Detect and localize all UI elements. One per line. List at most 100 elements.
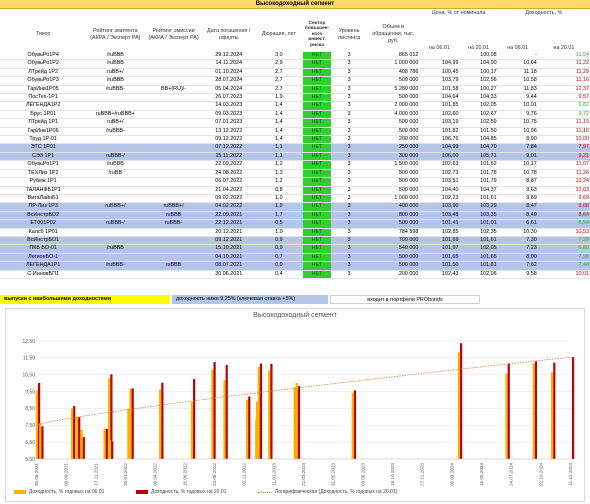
cell-price-2001: 101,79 [480,178,497,185]
cell-price-0601: 103,90 [419,202,460,212]
cell-price-0601: 103,79 [441,77,459,84]
yield-chart: Высокодоходный сегмент 5,50 6,50 7,50 8,50 9… [5,308,585,502]
cell-yield-0601: 11,18 [523,68,537,75]
bar-yield-0601 [293,387,296,459]
cell-maturity: 21.04.2022 [215,186,243,193]
cell-yield-2001: 11,26 [575,169,589,176]
bar-yield-0601 [127,408,130,459]
cell-duration: 1,4 [275,110,283,117]
cell-ticker: ВитаЛайнБ1 [27,194,59,201]
bar-yield-2001 [213,361,216,459]
bar-yield-2001 [297,386,301,459]
cell-listing: 3 [331,261,368,271]
col-yield-0601: на 06.01 [507,45,529,52]
cell-yield-0601: 10,78 [523,169,537,176]
table-row: Труд 1Р-01 09.12.2022 1,4 НЕТ 3 200 000 106,76… [0,135,590,144]
cell-maturity: 28.07.2024 [215,77,243,84]
table-row: ОбувьРо1Р4/ruBBB 29.12.2024 3,0 НЕТ 3 865 012… [0,52,590,60]
legend-item-2001: Доходность, % годовых на 20.01 [136,489,226,495]
cell-price-0601: 101,97 [419,244,460,254]
legend-item-trend: Логарифмическая (Доходность, % годовых н… [258,489,397,495]
cell-yield-2001: 9,82 [578,102,590,109]
x-tick-label: 18.10.2023 [390,463,395,486]
cell-price-0601: 102,63 [441,161,459,168]
cell-duration: 2,9 [275,60,283,67]
x-tick-label: 15.06.2022 [182,463,187,486]
x-tick-label: 02.11.2022 [242,463,247,486]
bar-yield-2001 [105,428,108,459]
cell-volume: 500 000 [398,178,419,185]
cell-listing: 3 [331,219,368,229]
x-tick-label: 24.08.2022 [212,463,217,486]
cell-yield-2001: 11,07 [575,161,589,168]
cell-listing: 3 [331,253,368,262]
cell-duration: 0,7 [254,253,303,262]
table-row: ПосТех-1Р1 26.07.2023 1,9 НЕТ 3 500 000 104,64… [0,93,590,102]
legend-low-yield: доходность ниже 9,25% (ключевая ставка +… [172,295,328,304]
cell-qual-sector: НЕТ [302,59,332,69]
cell-issue-rating [144,94,202,102]
cell-price-0601: 101,50 [419,261,460,271]
x-tick-label: 11.01.2023 [271,463,276,486]
chart-legend: Доходность, % годовых на 06.01 Доходност… [6,489,584,499]
cell-duration: 1,0 [275,228,283,235]
cell-qual-sector: НЕТ [302,118,332,128]
table-row: ГарИнв1Р05/ruBBB- BB+(RU)/- 05.04.2024 2,7 Н… [0,85,590,94]
cell-volume: 500 000 [398,94,419,101]
cell-issue-rating: ruBBB [144,211,203,220]
cell-issue-rating [144,68,202,76]
cell-listing: 3 [331,143,368,153]
table-row: ГарИнв1Р06/ruBBB- 13.12.2022 1,4 НЕТ 3 500 00… [0,127,590,136]
cell-price-2001: 103,29 [459,202,498,212]
x-tick-label: 02.10.2024 [538,463,543,486]
cell-price-2001: 102,05 [459,244,498,254]
cell-ticker: Брус 1Р01 [30,110,57,117]
x-tick-label: 22.03.2023 [301,463,306,486]
legend-swatch-2001 [136,490,148,494]
cell-issuer-rating: /ruBBB- [105,127,125,134]
cell-issue-rating [144,152,203,161]
cell-issue-rating [144,194,202,202]
cell-yield-2001: 9,69 [578,194,590,201]
table-row: ТАЛАНФБ1Р1 21.04.2022 0,8 НЕТ 3 500 000 104,40… [0,186,590,195]
cell-yield-2001: 11,16 [575,127,589,134]
cell-yield-2001: 8,64 [537,211,590,220]
cell-qual-sector: НЕТ [302,261,332,271]
cell-volume: 865 012 [398,52,419,58]
cell-yield-0601: 9,01 [497,152,538,161]
cell-qual-sector: НЕТ [302,143,332,153]
table-row: ЭТС 1Р01 07.12.2022 1,1 НЕТ 3 250 000 104,99 10… [0,143,590,153]
cell-qual-sector: НЕТ [302,236,332,245]
cell-ticker: ЕТ001Р02 [0,219,87,229]
cell-yield-0601: 10,17 [523,161,537,168]
cell-issuer-rating: /ruBB [108,169,123,176]
table-row: С-ИнновБП1 30.06.2021 0,4 НЕТ 3 200 000 102,43… [0,270,590,279]
cell-issue-rating [144,186,202,194]
cell-qual-sector: НЕТ [302,253,332,262]
bar-yield-0601 [532,363,535,459]
cell-duration: 0,8 [275,186,283,193]
cell-volume: 2 000 000 [394,102,419,109]
cell-issuer-rating: ruBBB-/ [86,219,145,229]
cell-volume: 500 000 [398,186,419,193]
bar-yield-0601 [190,402,194,459]
cell-volume: 500 000 [398,169,419,176]
cell-duration: 2,7 [275,85,283,92]
cell-price-0601: 101,41 [419,219,460,229]
bar-yield-0601 [39,423,42,459]
cell-price-2001: 103,35 [459,211,498,220]
cell-volume: 1 500 000 [394,161,419,168]
cell-issue-rating [144,127,202,135]
cell-issuer-rating: ruBBB-/ [86,152,145,161]
cell-price-2001: 102,05 [480,102,497,109]
cell-price-2001: 101,81 [459,261,498,271]
cell-issuer-rating: /ruBBB [86,244,145,254]
cell-yield-2001: 10,53 [575,228,590,235]
cell-qual-sector: НЕТ [302,85,332,94]
cell-maturity: 08.07.2021 [202,261,255,271]
cell-volume: 500 000 [398,127,419,134]
cell-maturity: 24.08.2022 [215,169,243,176]
bar-yield-2001 [572,357,575,459]
bar-yield-2001 [553,362,556,459]
bonds-table: Цена, % от номинала Доходность, % Тикер … [0,9,590,279]
